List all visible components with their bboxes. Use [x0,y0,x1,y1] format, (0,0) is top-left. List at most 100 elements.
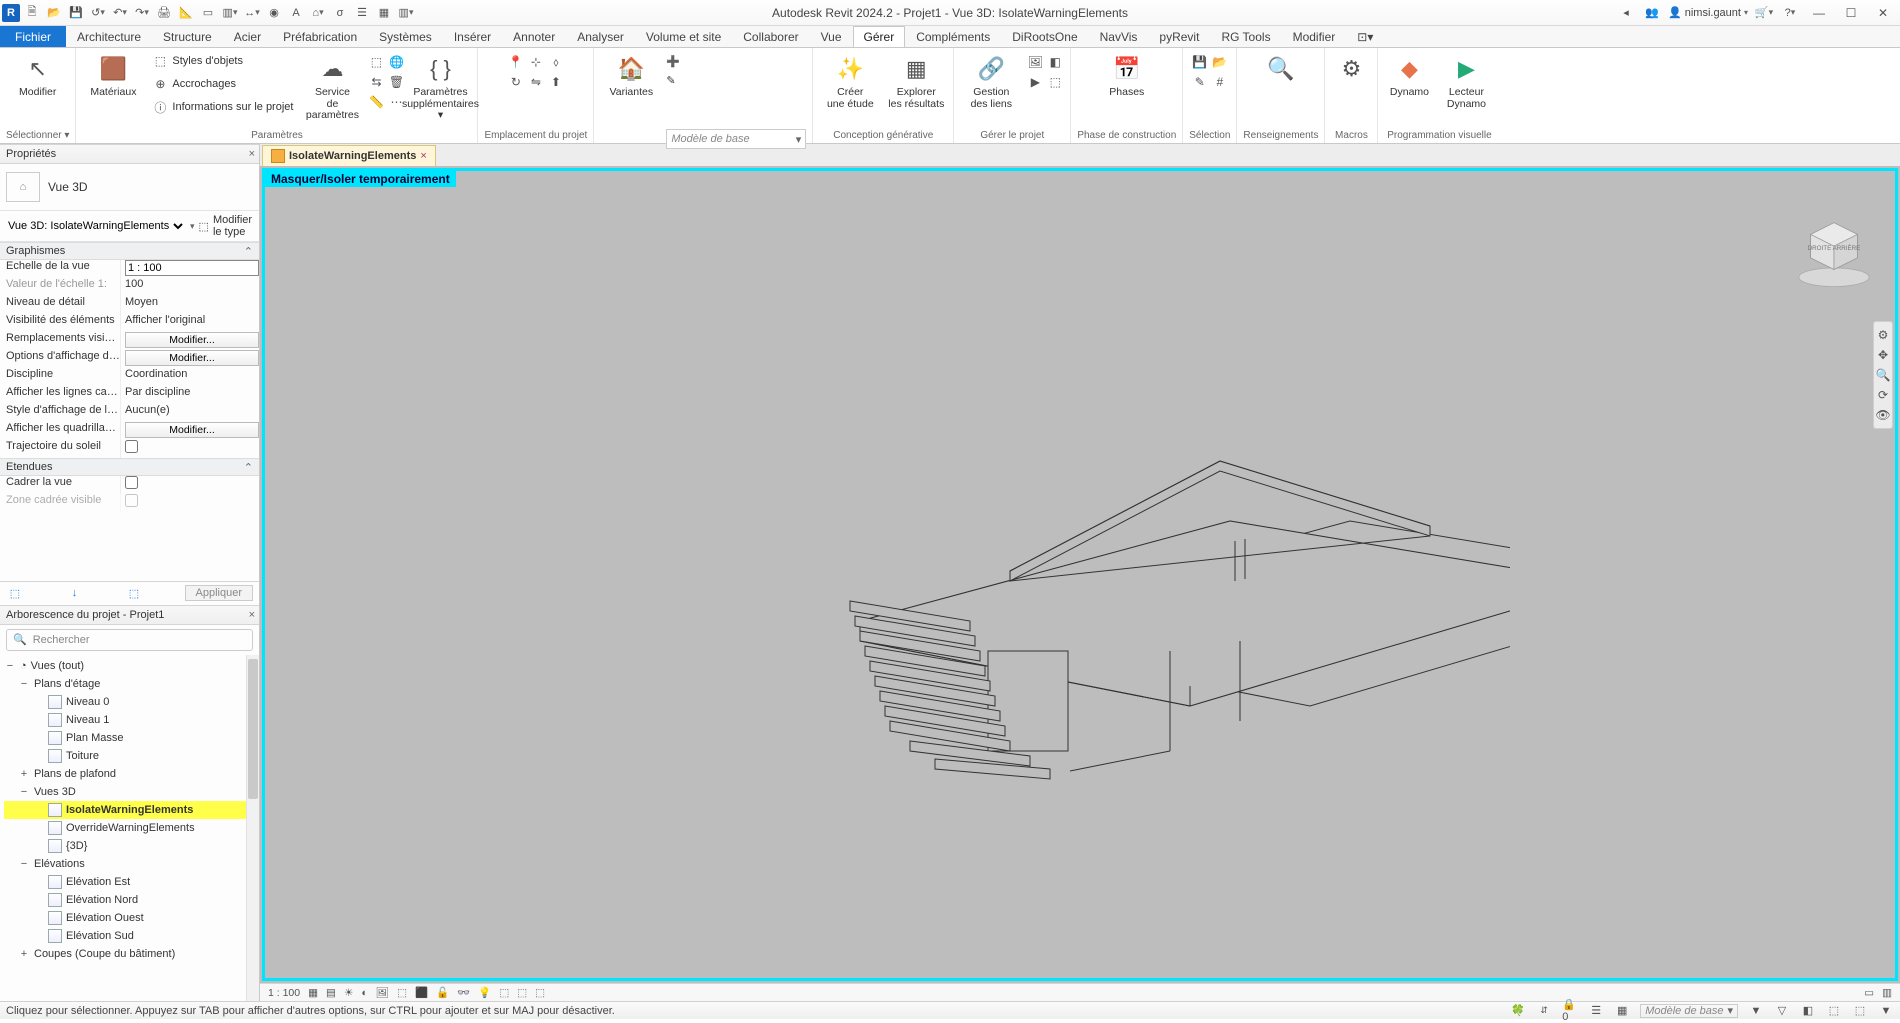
coords-icon[interactable]: ⊹ [527,53,545,71]
tab-addins[interactable]: Compléments [905,26,1001,47]
edit-type-button[interactable]: Modifier le type [213,214,255,238]
tab-insert[interactable]: Insérer [443,26,502,47]
qat-home-icon[interactable]: ⌂ [308,3,328,23]
tab-modify[interactable]: Modifier [1282,26,1347,47]
macros-button[interactable]: ⚙ [1331,50,1371,85]
user-menu[interactable]: 👤nimsi.gaunt▾ [1668,6,1748,19]
close-button[interactable]: ✕ [1870,3,1896,23]
reveal-hidden-icon[interactable]: 💡 [476,985,493,1001]
detail-level-icon[interactable]: ▤ [324,985,338,1001]
qat-new-icon[interactable]: 🗎 [22,3,42,23]
analysis-style-value[interactable]: Aucun(e) [120,404,259,422]
back-icon[interactable]: ◂ [1616,3,1636,23]
qat-print-icon[interactable]: 🖨 [154,3,174,23]
qat-open-icon[interactable]: 📂 [44,3,64,23]
location-icon[interactable]: 📍 [507,53,525,71]
ids-icon[interactable]: # [1211,73,1229,91]
prop-tool3-icon[interactable]: ⬚ [125,584,143,602]
tree-sections[interactable]: +Coupes (Coupe du bâtiment) [4,945,259,963]
qat-tag-icon[interactable]: ◉ [264,3,284,23]
discipline-value[interactable]: Coordination [120,368,259,386]
constraints-icon[interactable]: ⬚ [533,985,547,1001]
active-option-combo[interactable]: Modèle de base [666,129,806,149]
load-family-icon[interactable]: ⬚ [1046,73,1064,91]
tree-override-view[interactable]: OverrideWarningElements [4,819,259,837]
crop-view-checkbox[interactable] [125,476,138,489]
param-service-button[interactable]: ☁ Service de paramètres [301,50,363,122]
vg-overrides-button[interactable]: Modifier... [125,332,259,348]
global-params-icon[interactable]: 🌐 [387,53,405,71]
full-nav-wheel-icon[interactable]: ⚙ [1874,325,1892,345]
tree-elevations[interactable]: −Elévations [4,855,259,873]
tree-roof-plan[interactable]: Toiture [4,747,259,765]
properties-header[interactable]: Propriétés × [0,144,259,164]
cart-icon[interactable]: 🛒 [1754,3,1774,23]
project-info-button[interactable]: ⓘInformations sur le projet [148,96,297,118]
look-icon[interactable]: 👁 [1874,405,1892,425]
sun-path-icon[interactable]: ☀ [342,985,355,1001]
prop-tool2-icon[interactable]: ↓ [66,584,84,602]
qat-dim-icon[interactable]: ↔ [242,3,262,23]
close-icon[interactable]: × [249,609,255,621]
sb-design-option-combo[interactable]: Modèle de base▾ [1640,1004,1738,1018]
add-to-set-icon[interactable]: ➕ [666,52,806,70]
analytical-icon[interactable]: ⬚ [515,985,529,1001]
tree-3d-views[interactable]: −Vues 3D [4,783,259,801]
sb-main-model-icon[interactable]: ▦ [1614,1003,1630,1019]
design-options-button[interactable]: 🏠 Variantes [600,50,662,99]
qat-sync-icon[interactable]: ↺ [88,3,108,23]
tab-diroots[interactable]: DiRootsOne [1001,26,1088,47]
save-selection-icon[interactable]: 💾 [1191,53,1209,71]
additional-params-button[interactable]: { } Paramètres supplémentaires ▾ [409,50,471,122]
qat-panel-icon[interactable]: ▦ [374,3,394,23]
tree-default-3d[interactable]: {3D} [4,837,259,855]
sb-editable-icon[interactable]: 🔒0 [1562,1003,1578,1019]
3d-view-canvas[interactable]: Masquer/Isoler temporairement [262,168,1898,981]
tab-structure[interactable]: Structure [152,26,223,47]
explore-results-button[interactable]: ▦ Explorer les résultats [885,50,947,110]
modify-button[interactable]: ↖ Modifier [7,50,69,99]
mirror-icon[interactable]: ⇋ [527,73,545,91]
shadows-icon[interactable]: ◐ [359,985,369,1001]
tab-steel[interactable]: Acier [223,26,272,47]
decal-types-icon[interactable]: ◧ [1046,53,1064,71]
category-graphics[interactable]: Graphismes⌃ [0,242,259,260]
vc-right2-icon[interactable]: ▥ [1880,985,1894,1001]
tab-precast[interactable]: Préfabrication [272,26,368,47]
sb-filter3-icon[interactable]: ◧ [1800,1003,1816,1019]
edit-selection-icon[interactable]: ✎ [1191,73,1209,91]
shared-params-icon[interactable]: ⬚ [367,53,385,71]
graphic-display-button[interactable]: Modifier... [125,350,259,366]
tab-annotate[interactable]: Annoter [502,26,566,47]
sb-select-links-icon[interactable]: ⇵ [1536,1003,1552,1019]
tree-site-plan[interactable]: Plan Masse [4,729,259,747]
crop-visible-checkbox[interactable] [125,494,138,507]
qat-undo-icon[interactable]: ↶ [110,3,130,23]
tree-elev-east[interactable]: Elévation Est [4,873,259,891]
tab-collaborate[interactable]: Collaborer [732,26,809,47]
pan-icon[interactable]: ✥ [1874,345,1892,365]
show-grids-button[interactable]: Modifier... [125,422,259,438]
snaps-button[interactable]: ⊕Accrochages [148,73,297,95]
tree-level0[interactable]: Niveau 0 [4,693,259,711]
sb-filter5-icon[interactable]: ⬚ [1852,1003,1868,1019]
rendering-icon[interactable]: 🖼 [374,985,391,1001]
object-styles-button[interactable]: ⬚Styles d'objets [148,50,297,72]
qat-redo-icon[interactable]: ↷ [132,3,152,23]
tab-file[interactable]: Fichier [0,26,66,47]
units-icon[interactable]: 📏 [367,93,385,111]
crop-icon[interactable]: ⬚ [395,985,409,1001]
tab-analyze[interactable]: Analyser [566,26,635,47]
north-icon[interactable]: ⬆ [547,73,565,91]
view-scale-input[interactable] [125,260,259,276]
dynamo-player-button[interactable]: ▶ Lecteur Dynamo [1438,50,1494,110]
tree-floor-plans[interactable]: −Plans d'étage [4,675,259,693]
qat-link-icon[interactable]: σ [330,3,350,23]
zoom-icon[interactable]: 🔍 [1874,365,1892,385]
help-icon[interactable]: ? [1780,3,1800,23]
tab-massing[interactable]: Volume et site [635,26,732,47]
tree-elev-north[interactable]: Elévation Nord [4,891,259,909]
minimize-button[interactable]: — [1806,3,1832,23]
prop-tool1-icon[interactable]: ⬚ [6,584,24,602]
tree-views-root[interactable]: −◔Vues (tout) [4,657,259,675]
